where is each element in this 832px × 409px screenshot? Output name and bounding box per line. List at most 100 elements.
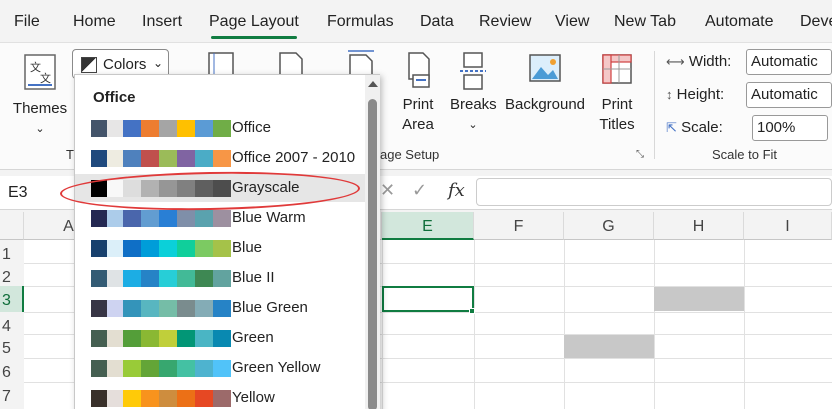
scale-to-fit-group-label: Scale to Fit bbox=[712, 147, 778, 162]
select-all-corner[interactable] bbox=[0, 212, 24, 240]
color-swatch bbox=[141, 150, 159, 167]
color-swatch bbox=[159, 120, 177, 137]
color-swatch bbox=[123, 360, 141, 377]
color-scheme-item[interactable]: Blue bbox=[75, 234, 365, 262]
row-header-7[interactable]: 7 bbox=[0, 382, 24, 409]
scale-row: ⇱ Scale: bbox=[666, 119, 723, 136]
color-swatch bbox=[177, 330, 195, 347]
height-dropdown[interactable]: Automatic bbox=[746, 82, 832, 108]
height-icon: ↕ bbox=[666, 87, 673, 102]
scroll-thumb[interactable] bbox=[368, 99, 377, 409]
color-palette-swatch bbox=[91, 120, 231, 137]
print-area-button[interactable]: Print Area bbox=[396, 51, 440, 135]
color-scheme-label: Office bbox=[232, 119, 271, 136]
width-icon: ⟷ bbox=[666, 54, 685, 69]
color-swatch bbox=[91, 360, 107, 377]
color-swatch bbox=[177, 150, 195, 167]
color-swatch bbox=[141, 330, 159, 347]
column-header-e[interactable]: E bbox=[382, 212, 474, 240]
color-swatch bbox=[213, 240, 231, 257]
tab-file[interactable]: File bbox=[14, 13, 40, 31]
column-header-i[interactable]: I bbox=[744, 212, 832, 240]
print-titles-button[interactable]: Print Titles bbox=[594, 51, 640, 135]
color-swatch bbox=[123, 150, 141, 167]
tab-formulas[interactable]: Formulas bbox=[327, 13, 394, 31]
chevron-down-icon: ⌄ bbox=[468, 119, 478, 131]
color-swatch bbox=[123, 330, 141, 347]
background-button[interactable]: Background bbox=[504, 51, 586, 115]
confirm-icon[interactable]: ✓ bbox=[412, 180, 427, 201]
color-swatch bbox=[159, 240, 177, 257]
color-swatch bbox=[141, 210, 159, 227]
tab-developer[interactable]: Deve bbox=[800, 13, 832, 31]
color-swatch bbox=[91, 120, 107, 137]
tab-home[interactable]: Home bbox=[73, 13, 116, 31]
scale-spinner[interactable]: 100% bbox=[752, 115, 828, 141]
dialog-launcher-icon[interactable]: ⤡ bbox=[636, 149, 644, 160]
color-scheme-item[interactable]: Green bbox=[75, 324, 365, 352]
color-swatch bbox=[213, 270, 231, 287]
tab-view[interactable]: View bbox=[555, 13, 589, 31]
dropdown-section-header: Office bbox=[93, 89, 136, 106]
print-area-icon bbox=[408, 52, 430, 88]
svg-text:文: 文 bbox=[40, 71, 51, 85]
color-swatch bbox=[195, 330, 213, 347]
color-scheme-label: Blue II bbox=[232, 269, 275, 286]
background-label: Background bbox=[504, 96, 586, 113]
cell-g5-filled[interactable] bbox=[564, 335, 654, 358]
column-header-f[interactable]: F bbox=[474, 212, 564, 240]
tab-new-tab[interactable]: New Tab bbox=[614, 13, 676, 31]
color-scheme-item[interactable]: Blue II bbox=[75, 264, 365, 292]
color-swatch bbox=[107, 240, 123, 257]
tab-page-layout[interactable]: Page Layout bbox=[209, 13, 299, 31]
color-swatch bbox=[177, 390, 195, 407]
breaks-button[interactable]: Breaks ⌄ bbox=[450, 51, 497, 135]
dropdown-scrollbar[interactable] bbox=[365, 75, 380, 409]
color-scheme-item[interactable]: Green Yellow bbox=[75, 354, 365, 382]
column-header-h[interactable]: H bbox=[654, 212, 744, 240]
cell-h3-filled[interactable] bbox=[654, 287, 744, 311]
color-swatch bbox=[107, 330, 123, 347]
height-row: ↕ Height: bbox=[666, 86, 724, 103]
color-scheme-item[interactable]: Office 2007 - 2010 bbox=[75, 144, 365, 172]
color-swatch bbox=[177, 210, 195, 227]
print-titles-icon bbox=[602, 54, 632, 84]
color-swatch bbox=[107, 210, 123, 227]
tab-data[interactable]: Data bbox=[420, 13, 454, 31]
chevron-down-icon: ⌄ bbox=[35, 123, 45, 135]
cancel-icon[interactable]: ✕ bbox=[380, 180, 395, 201]
gridline bbox=[474, 240, 475, 409]
insert-function-icon[interactable]: fx bbox=[448, 180, 465, 201]
scroll-up-icon[interactable] bbox=[368, 81, 378, 87]
width-dropdown[interactable]: Automatic bbox=[746, 49, 832, 75]
colors-label: Colors bbox=[103, 56, 147, 73]
color-scheme-item[interactable]: Yellow bbox=[75, 384, 365, 409]
color-swatch bbox=[213, 210, 231, 227]
color-swatch bbox=[91, 210, 107, 227]
color-swatch bbox=[91, 300, 107, 317]
color-swatch bbox=[107, 150, 123, 167]
color-swatch bbox=[159, 390, 177, 407]
formula-input[interactable] bbox=[476, 178, 832, 206]
group-separator bbox=[654, 51, 655, 159]
breaks-icon bbox=[460, 52, 486, 90]
themes-button[interactable]: 文 文 Themes ⌄ bbox=[10, 49, 70, 137]
tab-review[interactable]: Review bbox=[479, 13, 531, 31]
scale-icon: ⇱ bbox=[666, 120, 677, 135]
color-scheme-label: Green bbox=[232, 329, 274, 346]
themes-group-label: T bbox=[66, 147, 74, 162]
active-cell-e3[interactable] bbox=[382, 286, 474, 312]
fill-handle[interactable] bbox=[469, 308, 475, 314]
tab-automate[interactable]: Automate bbox=[705, 13, 773, 31]
color-scheme-item[interactable]: Office bbox=[75, 114, 365, 142]
color-swatch bbox=[195, 300, 213, 317]
column-header-g[interactable]: G bbox=[564, 212, 654, 240]
color-swatch bbox=[195, 150, 213, 167]
color-palette-swatch bbox=[91, 270, 231, 287]
color-swatch bbox=[159, 300, 177, 317]
colors-icon bbox=[81, 57, 97, 73]
tab-insert[interactable]: Insert bbox=[142, 13, 182, 31]
scale-label: Scale: bbox=[681, 119, 723, 136]
color-scheme-item[interactable]: Blue Green bbox=[75, 294, 365, 322]
color-scheme-label: Green Yellow bbox=[232, 359, 321, 376]
